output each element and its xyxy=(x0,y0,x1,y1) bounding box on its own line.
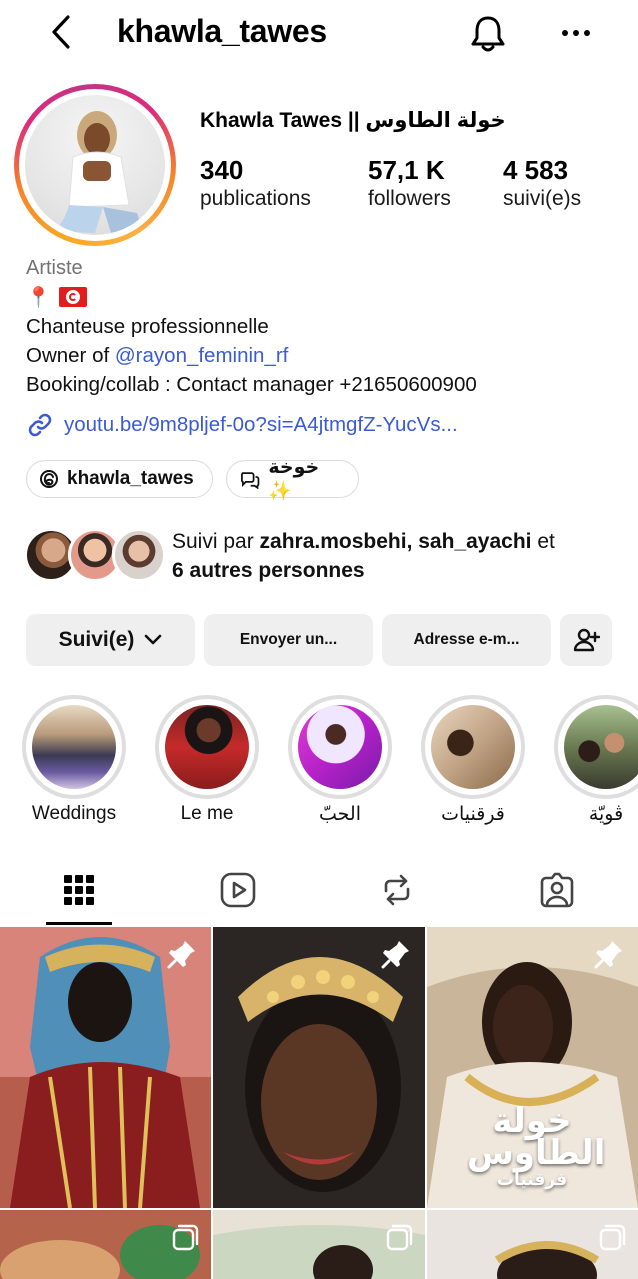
chevron-down-icon xyxy=(145,634,162,645)
highlight-label: ڨويّة xyxy=(588,804,624,825)
bio-owner-prefix: Owner of xyxy=(26,344,115,367)
profile-header: khawla_tawes xyxy=(0,0,638,66)
threads-icon xyxy=(40,470,58,488)
chevron-left-icon[interactable] xyxy=(46,12,76,52)
stat-posts-value: 340 xyxy=(200,155,244,185)
reels-icon xyxy=(220,872,256,908)
bio-line-3: Booking/collab : Contact manager +216506… xyxy=(26,373,477,396)
email-button[interactable]: Adresse e-m... xyxy=(382,614,551,666)
grid-post-6[interactable] xyxy=(427,1210,638,1279)
grid-post-3[interactable]: خولة الطاوس قرقنيات xyxy=(427,927,638,1208)
tunisia-flag-icon xyxy=(58,287,87,307)
pin-icon xyxy=(381,941,409,969)
message-button-label: Envoyer un... xyxy=(239,631,338,648)
bell-icon[interactable] xyxy=(468,12,508,54)
threads-chip[interactable]: khawla_tawes xyxy=(26,460,213,498)
grid-post-1[interactable] xyxy=(0,927,211,1208)
highlight-label: Weddings xyxy=(31,803,117,824)
highlight-cover xyxy=(32,705,116,789)
threads-chip-label: khawla_tawes xyxy=(67,468,194,489)
grid-icon xyxy=(64,875,94,905)
stat-posts[interactable]: 340 publications xyxy=(200,156,311,214)
email-button-label: Adresse e-m... xyxy=(413,631,520,648)
followed-by-connector: et xyxy=(531,530,555,553)
highlight-label: Le me xyxy=(180,803,234,824)
highlight-guwiyya[interactable]: ڨويّة xyxy=(554,695,638,825)
highlight-le-me[interactable]: Le me xyxy=(155,695,259,824)
bio-mention-link[interactable]: @rayon_feminin_rf xyxy=(115,344,289,367)
tagged-person-icon xyxy=(540,872,574,908)
stat-followers-label: followers xyxy=(368,187,451,210)
following-button[interactable]: Suivi(e) xyxy=(26,614,195,666)
highlight-love[interactable]: الحبّ xyxy=(288,695,392,825)
highlight-cover xyxy=(431,705,515,789)
highlight-qarqnyat[interactable]: قرقنيات xyxy=(421,695,525,825)
suggest-users-button[interactable] xyxy=(560,614,612,666)
tab-reels[interactable] xyxy=(216,866,260,914)
highlight-label: قرقنيات xyxy=(441,804,505,825)
avatar xyxy=(112,528,166,582)
profile-full-name: Khawla Tawes || خولة الطاوس xyxy=(200,109,506,132)
highlight-label: الحبّ xyxy=(319,804,361,825)
channel-chip[interactable]: خوخة ✨ xyxy=(226,457,359,502)
tab-tagged[interactable] xyxy=(535,866,579,914)
stat-following-value: 4 583 xyxy=(503,155,569,185)
highlight-cover xyxy=(564,705,638,789)
active-tab-indicator xyxy=(46,922,112,925)
header-username: khawla_tawes xyxy=(117,13,327,49)
bio-line-1: Chanteuse professionnelle xyxy=(26,315,269,338)
pin-emoji: 📍 xyxy=(26,286,51,309)
bio-external-link[interactable]: youtu.be/9m8pljef-0o?si=A4jtmgfZ-YucVs..… xyxy=(26,410,458,440)
post-overlay-title-line2: الطاوس xyxy=(467,1133,606,1173)
pin-icon xyxy=(594,941,622,969)
repost-icon xyxy=(384,874,410,906)
stat-following[interactable]: 4 583 suivi(e)s xyxy=(503,156,581,214)
stat-posts-label: publications xyxy=(200,187,311,210)
message-button[interactable]: Envoyer un... xyxy=(204,614,373,666)
link-icon xyxy=(28,413,52,437)
followed-by-text[interactable]: Suivi par zahra.mosbehi, sah_ayachi et 6… xyxy=(172,527,622,585)
grid-post-5[interactable] xyxy=(213,1210,425,1279)
highlight-cover xyxy=(165,705,249,789)
pin-icon xyxy=(167,941,195,969)
profile-tabs xyxy=(0,858,638,926)
bio-line-2: Owner of @rayon_feminin_rf xyxy=(26,344,288,368)
chat-bubbles-icon xyxy=(241,472,260,489)
following-button-label: Suivi(e) xyxy=(58,628,135,651)
post-overlay-title: خولة الطاوس قرقنيات xyxy=(467,1104,606,1191)
followed-by-avatars[interactable] xyxy=(24,528,166,584)
profile-category: Artiste xyxy=(26,257,83,279)
tab-grid[interactable] xyxy=(57,866,101,914)
grid-post-2[interactable] xyxy=(213,927,425,1208)
add-person-icon xyxy=(573,628,600,652)
profile-avatar xyxy=(25,95,165,235)
highlight-cover xyxy=(298,705,382,789)
followed-by-others: 6 autres personnes xyxy=(172,559,365,582)
grid-post-4[interactable] xyxy=(0,1210,211,1279)
tab-reposts[interactable] xyxy=(375,866,419,914)
stat-followers-value: 57,1 K xyxy=(368,155,445,185)
multi-post-icon xyxy=(599,1224,626,1251)
stat-following-label: suivi(e)s xyxy=(503,187,582,210)
profile-avatar-story-ring[interactable] xyxy=(14,84,176,246)
followed-by-names: zahra.mosbehi, sah_ayachi xyxy=(259,530,532,553)
highlight-weddings[interactable]: Weddings xyxy=(22,695,126,824)
more-horizontal-icon[interactable] xyxy=(560,18,592,48)
stat-followers[interactable]: 57,1 K followers xyxy=(368,156,451,214)
multi-post-icon xyxy=(386,1224,413,1251)
bio-link-text: youtu.be/9m8pljef-0o?si=A4jtmgfZ-YucVs..… xyxy=(64,413,458,436)
followed-by-prefix: Suivi par xyxy=(172,530,260,553)
bio-emoji-line: 📍 xyxy=(26,284,87,310)
channel-chip-label: خوخة ✨ xyxy=(268,456,320,502)
multi-post-icon xyxy=(172,1224,199,1251)
